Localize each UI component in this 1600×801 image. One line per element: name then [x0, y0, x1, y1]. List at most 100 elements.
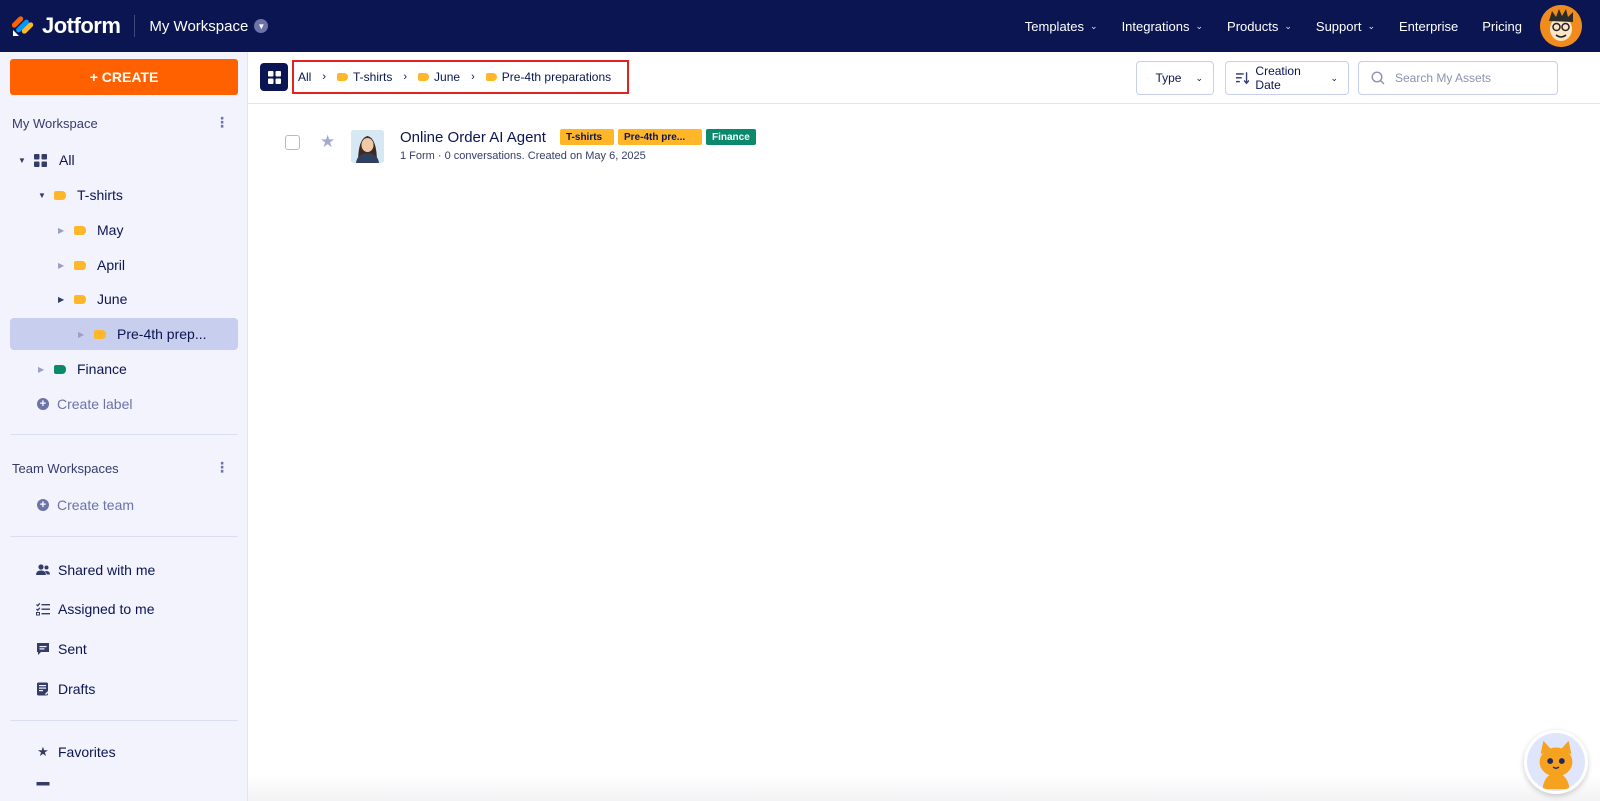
view-toggle-button[interactable]: [260, 63, 288, 91]
tree-item-may[interactable]: ▶ May: [10, 214, 238, 246]
nav-assigned-to-me-label: Assigned to me: [58, 601, 155, 617]
asset-label-finance[interactable]: Finance: [706, 129, 756, 145]
search-input[interactable]: [1395, 71, 1545, 85]
breadcrumb-label: All: [298, 70, 312, 84]
type-filter-button[interactable]: Type ⌄: [1136, 61, 1214, 95]
plus-circle-icon: +: [37, 398, 49, 410]
workspace-switcher[interactable]: My Workspace ▼: [149, 17, 269, 35]
my-workspace-heading: My Workspace: [12, 116, 98, 131]
users-icon: [36, 563, 50, 577]
workspace-title: My Workspace: [149, 17, 249, 35]
nav-enterprise-label: Enterprise: [1399, 18, 1459, 34]
top-nav-menu: Templates ⌄ Integrations ⌄ Products ⌄ Suppo…: [1025, 0, 1600, 52]
breadcrumb-all[interactable]: All: [298, 70, 311, 84]
caret-right-icon: ▶: [38, 364, 45, 374]
tree-item-finance[interactable]: ▶ Finance: [10, 353, 238, 385]
label-icon: [74, 294, 86, 304]
sort-icon: [1236, 71, 1250, 84]
nav-support-label: Support: [1315, 18, 1362, 34]
nav-integrations-label: Integrations: [1121, 18, 1190, 34]
breadcrumb-pre-4th-preparations[interactable]: Pre-4th preparations: [485, 70, 612, 84]
avatar-illustration-icon: [1540, 5, 1582, 47]
grid-icon: [34, 153, 47, 167]
asset-row[interactable]: ★ Online Order AI Agent T-shirts Pre-4th…: [248, 122, 1600, 166]
asset-select-checkbox[interactable]: [285, 135, 300, 150]
nav-archive-partial[interactable]: [36, 781, 58, 795]
sort-label: Creation Date: [1255, 64, 1301, 92]
nav-favorites[interactable]: ★ Favorites: [36, 744, 115, 760]
nav-enterprise[interactable]: Enterprise: [1399, 19, 1458, 34]
my-workspace-more-icon[interactable]: ⋮: [215, 114, 229, 131]
label-icon: [74, 225, 86, 235]
nav-shared-with-me[interactable]: Shared with me: [36, 562, 155, 578]
create-team-link[interactable]: + Create team: [10, 489, 238, 521]
nav-sent[interactable]: Sent: [36, 641, 87, 657]
nav-shared-with-me-label: Shared with me: [58, 562, 156, 578]
label-icon: [337, 73, 349, 81]
sort-button[interactable]: Creation Date ⌄: [1225, 61, 1349, 95]
search-box: [1358, 61, 1558, 95]
assets-toolbar: All › T-shirts › June › Pre-4th preparat…: [248, 52, 1600, 104]
type-filter-label: Type: [1155, 71, 1182, 85]
nav-sent-label: Sent: [58, 641, 87, 657]
tree-item-label: May: [97, 222, 124, 238]
breadcrumb-june[interactable]: June: [418, 70, 460, 84]
chevron-right-icon: ›: [471, 71, 475, 83]
search-icon: [1371, 71, 1385, 85]
jotform-logo-icon: [11, 15, 34, 37]
nav-support[interactable]: Support ⌄: [1316, 19, 1375, 34]
jotform-logo[interactable]: Jotform: [11, 13, 121, 39]
nav-integrations[interactable]: Integrations ⌄: [1122, 19, 1203, 34]
agent-avatar-icon: [351, 130, 384, 163]
draft-icon: [36, 682, 50, 696]
chevron-down-icon: ⌄: [1367, 20, 1375, 31]
breadcrumb-label: Pre-4th preparations: [501, 70, 612, 84]
label-icon: [74, 260, 86, 270]
nav-templates[interactable]: Templates ⌄: [1025, 19, 1098, 34]
asset-label-tshirts[interactable]: T-shirts: [560, 129, 614, 145]
chevron-down-icon: ▼: [254, 19, 269, 33]
bottom-fade: [248, 775, 1600, 801]
asset-title[interactable]: Online Order AI Agent: [400, 129, 546, 146]
chevron-down-icon: ⌄: [1284, 20, 1292, 31]
archive-icon: [36, 781, 50, 795]
chevron-right-icon: ›: [322, 71, 327, 83]
cat-mascot-icon: [1527, 733, 1585, 791]
user-avatar[interactable]: [1540, 5, 1582, 47]
caret-down-icon: ▼: [38, 190, 46, 200]
tree-item-tshirts[interactable]: ▼ T-shirts: [10, 179, 238, 211]
tree-item-label: Finance: [77, 361, 127, 377]
create-team-text: Create team: [57, 497, 135, 513]
sidebar-divider: [10, 536, 238, 537]
breadcrumb-label: T-shirts: [353, 70, 393, 84]
nav-templates-label: Templates: [1024, 18, 1085, 34]
nav-assigned-to-me[interactable]: Assigned to me: [36, 601, 155, 617]
breadcrumb-label: June: [434, 70, 461, 84]
nav-drafts[interactable]: Drafts: [36, 681, 95, 697]
tree-item-pre-4th-preparations[interactable]: ▶ Pre-4th prep...: [10, 318, 238, 350]
nav-pricing[interactable]: Pricing: [1482, 19, 1522, 34]
create-button[interactable]: + CREATE: [10, 59, 238, 95]
caret-right-icon: ▶: [78, 329, 85, 339]
caret-right-icon: ▶: [58, 225, 65, 235]
asset-label-pre-4th[interactable]: Pre-4th pre...: [618, 129, 702, 145]
checklist-icon: [36, 602, 50, 616]
chevron-down-icon: ⌄: [1330, 72, 1338, 83]
top-navigation-bar: Jotform My Workspace ▼ Templates ⌄ Integr…: [0, 0, 1600, 52]
sidebar-divider: [10, 720, 238, 721]
tree-item-all[interactable]: ▼ All: [10, 144, 238, 176]
asset-meta: 1 Form · 0 conversations. Created on May…: [400, 150, 646, 162]
grid-icon: [267, 70, 281, 84]
favorite-star-icon[interactable]: ★: [320, 132, 335, 152]
ai-assistant-button[interactable]: [1524, 730, 1588, 794]
team-workspaces-more-icon[interactable]: ⋮: [215, 459, 229, 476]
create-label-link[interactable]: + Create label: [10, 388, 238, 420]
nav-products[interactable]: Products ⌄: [1227, 19, 1292, 34]
tree-item-june[interactable]: ▶ June: [10, 283, 238, 315]
chevron-down-icon: ⌄: [1195, 72, 1203, 83]
caret-down-icon: ▼: [18, 155, 26, 165]
topbar-divider: [134, 15, 136, 37]
caret-right-icon: ▶: [58, 294, 65, 304]
breadcrumb-tshirts[interactable]: T-shirts: [337, 70, 392, 84]
tree-item-april[interactable]: ▶ April: [10, 249, 238, 281]
